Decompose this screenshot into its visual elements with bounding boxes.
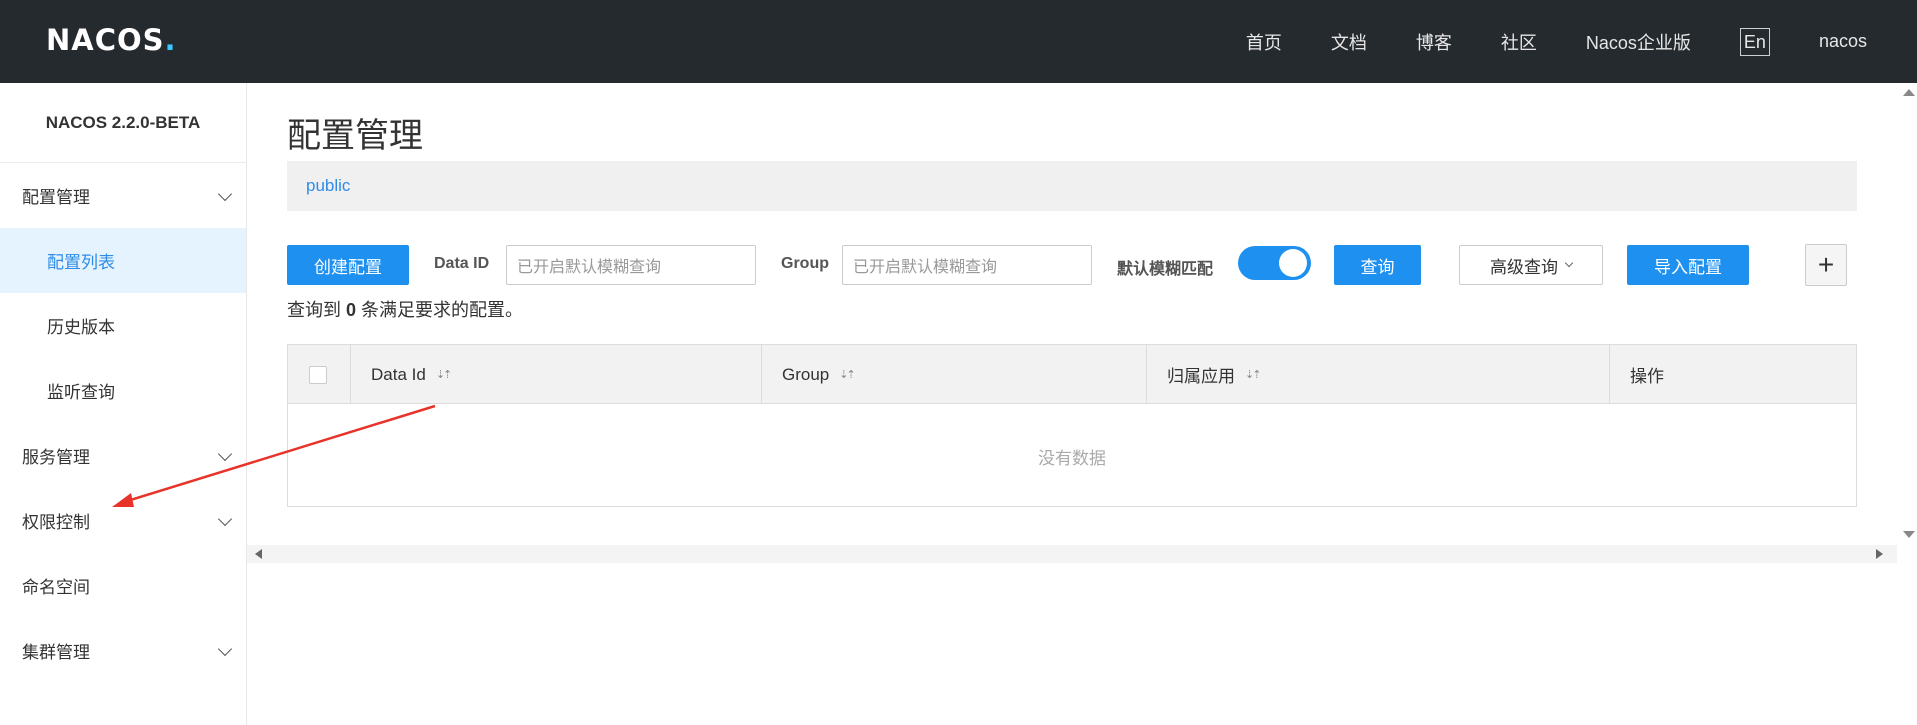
import-config-button[interactable]: 导入配置 <box>1627 245 1749 285</box>
column-app[interactable]: 归属应用 ⇣⇡ <box>1147 345 1610 404</box>
chevron-down-icon <box>1564 258 1574 268</box>
sidebar-item-namespace[interactable]: 命名空间 <box>0 553 246 618</box>
nav-enterprise[interactable]: Nacos企业版 <box>1586 29 1691 55</box>
sort-icon[interactable]: ⇣⇡ <box>1245 368 1262 381</box>
result-prefix: 查询到 <box>287 300 341 320</box>
sidebar-item-label: 服务管理 <box>22 448 90 467</box>
sidebar-item-access-control[interactable]: 权限控制 <box>0 488 246 553</box>
sidebar-item-label: 集群管理 <box>22 643 90 662</box>
user-menu[interactable]: nacos <box>1819 31 1867 52</box>
chevron-down-icon <box>217 641 233 657</box>
scroll-right-icon[interactable] <box>1876 549 1883 559</box>
horizontal-scrollbar[interactable] <box>247 545 1897 563</box>
table-header: Data Id ⇣⇡ Group ⇣⇡ 归属应用 ⇣⇡ 操作 <box>288 345 1856 404</box>
sort-icon[interactable]: ⇣⇡ <box>839 368 856 381</box>
sidebar: NACOS 2.2.0-BETA 配置管理 配置列表 历史版本 监听查询 服务管… <box>0 83 247 725</box>
sidebar-item-config-management[interactable]: 配置管理 <box>0 163 246 228</box>
nav-home[interactable]: 首页 <box>1246 29 1282 55</box>
sidebar-item-service-management[interactable]: 服务管理 <box>0 423 246 488</box>
column-label: Data Id <box>371 364 426 384</box>
advanced-query-dropdown[interactable]: 高级查询 <box>1459 245 1603 285</box>
column-label: Group <box>782 364 830 384</box>
fuzzy-match-toggle[interactable] <box>1238 246 1311 280</box>
chevron-down-icon <box>217 446 233 462</box>
toggle-knob <box>1279 249 1307 277</box>
sidebar-item-history-version[interactable]: 历史版本 <box>0 293 246 358</box>
dataid-input[interactable]: 已开启默认模糊查询 <box>506 245 756 285</box>
main-content: 配置管理 public 创建配置 Data ID 已开启默认模糊查询 Group… <box>247 83 1897 725</box>
plus-icon[interactable]: + <box>1805 244 1847 286</box>
page-title: 配置管理 <box>287 117 423 155</box>
logo-dot: . <box>164 23 177 57</box>
sidebar-item-label: 命名空间 <box>22 578 90 597</box>
sidebar-item-label: 配置列表 <box>47 253 115 272</box>
namespace-bar: public <box>287 161 1857 211</box>
fuzzy-match-label: 默认模糊匹配 <box>1117 261 1214 278</box>
sidebar-version-title: NACOS 2.2.0-BETA <box>0 83 246 163</box>
config-table: Data Id ⇣⇡ Group ⇣⇡ 归属应用 ⇣⇡ 操作 没有数据 <box>287 344 1857 507</box>
nacos-logo[interactable]: NACOS. <box>46 22 177 58</box>
column-data-id[interactable]: Data Id ⇣⇡ <box>351 345 762 404</box>
top-navbar: NACOS. 首页 文档 博客 社区 Nacos企业版 En nacos <box>0 0 1917 83</box>
nav-blog[interactable]: 博客 <box>1416 29 1452 55</box>
result-suffix: 条满足要求的配置。 <box>361 300 524 320</box>
nav-docs[interactable]: 文档 <box>1331 29 1367 55</box>
group-label: Group <box>781 255 829 272</box>
sidebar-item-label: 历史版本 <box>47 318 115 337</box>
sidebar-item-label: 配置管理 <box>22 188 90 207</box>
namespace-public[interactable]: public <box>306 176 350 196</box>
create-config-button[interactable]: 创建配置 <box>287 245 409 285</box>
chevron-down-icon <box>217 511 233 527</box>
dataid-placeholder: 已开启默认模糊查询 <box>517 259 662 276</box>
result-count: 0 <box>346 300 357 320</box>
column-actions: 操作 <box>1610 345 1856 404</box>
sidebar-item-label: 权限控制 <box>22 513 90 532</box>
sidebar-item-cluster-management[interactable]: 集群管理 <box>0 618 246 683</box>
logo-text: NACOS <box>46 23 165 57</box>
dataid-label: Data ID <box>434 255 490 272</box>
column-label: 归属应用 <box>1167 367 1235 386</box>
top-nav: 首页 文档 博客 社区 Nacos企业版 En nacos <box>1246 0 1917 83</box>
advanced-query-label: 高级查询 <box>1490 257 1558 277</box>
sort-icon[interactable]: ⇣⇡ <box>436 368 453 381</box>
query-button[interactable]: 查询 <box>1334 245 1421 285</box>
sidebar-item-label: 监听查询 <box>47 383 115 402</box>
select-all-checkbox[interactable] <box>309 365 327 384</box>
empty-state: 没有数据 <box>1038 448 1106 468</box>
search-toolbar: 创建配置 Data ID 已开启默认模糊查询 Group 已开启默认模糊查询 默… <box>287 244 1887 286</box>
group-input[interactable]: 已开启默认模糊查询 <box>842 245 1092 285</box>
sidebar-item-listener-query[interactable]: 监听查询 <box>0 358 246 423</box>
scroll-up-icon[interactable] <box>1903 89 1915 96</box>
select-all-cell <box>288 345 351 404</box>
scroll-left-icon[interactable] <box>255 549 262 559</box>
column-label: 操作 <box>1630 367 1664 386</box>
group-placeholder: 已开启默认模糊查询 <box>853 259 998 276</box>
scroll-down-icon[interactable] <box>1903 531 1915 538</box>
sidebar-item-config-list[interactable]: 配置列表 <box>0 228 246 293</box>
column-group[interactable]: Group ⇣⇡ <box>762 345 1147 404</box>
result-summary: 查询到 0 条满足要求的配置。 <box>287 296 523 322</box>
language-switch-button[interactable]: En <box>1739 27 1770 56</box>
nav-community[interactable]: 社区 <box>1501 29 1537 55</box>
chevron-down-icon <box>217 186 233 202</box>
